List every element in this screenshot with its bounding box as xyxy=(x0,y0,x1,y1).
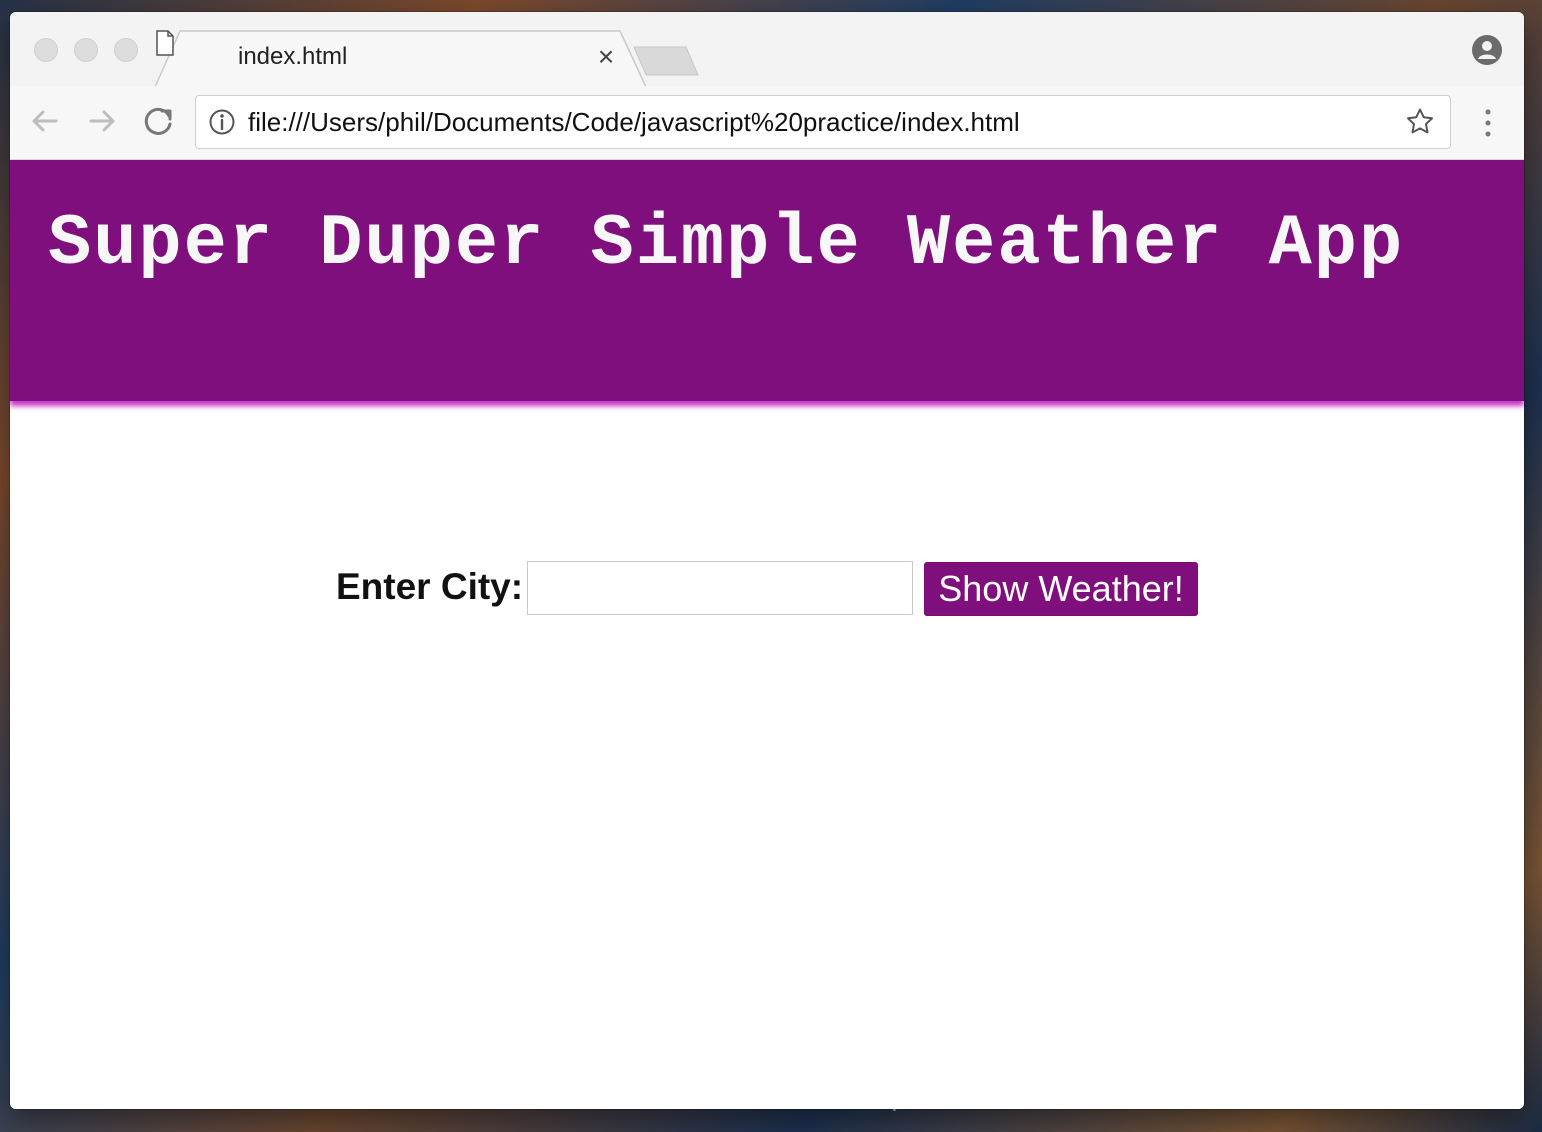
close-tab-icon[interactable]: × xyxy=(594,43,618,71)
address-bar[interactable]: file:///Users/phil/Documents/Code/javasc… xyxy=(195,95,1451,149)
app-title: Super Duper Simple Weather App xyxy=(48,203,1405,285)
star-icon[interactable] xyxy=(1405,107,1435,137)
url-text[interactable]: file:///Users/phil/Documents/Code/javasc… xyxy=(248,106,1382,138)
show-weather-button[interactable]: Show Weather! xyxy=(924,562,1198,616)
profile-icon[interactable] xyxy=(1471,34,1503,66)
city-input[interactable] xyxy=(527,561,913,615)
tab-index-html[interactable]: index.html × xyxy=(155,30,647,88)
tab-title: index.html xyxy=(238,43,348,70)
reload-icon[interactable] xyxy=(142,104,176,138)
info-icon[interactable] xyxy=(208,108,236,136)
back-arrow-icon[interactable] xyxy=(28,104,62,138)
forward-arrow-icon[interactable] xyxy=(85,104,119,138)
app-header: Super Duper Simple Weather App xyxy=(10,160,1524,401)
browser-toolbar: file:///Users/phil/Documents/Code/javasc… xyxy=(10,86,1524,160)
minimize-window-button[interactable] xyxy=(74,38,98,62)
vertical-dots-icon[interactable] xyxy=(1478,106,1498,140)
zoom-window-button[interactable] xyxy=(114,38,138,62)
close-window-button[interactable] xyxy=(34,38,58,62)
browser-window: index.html × file:///Users/phil/Document… xyxy=(10,12,1524,1109)
document-icon xyxy=(156,30,174,56)
new-tab-button[interactable] xyxy=(633,46,699,76)
tab-bar: index.html × xyxy=(10,12,1524,88)
city-label: Enter City: xyxy=(336,566,524,607)
weather-app-page: Super Duper Simple Weather App Enter Cit… xyxy=(10,160,1524,1109)
tab-shape xyxy=(155,30,647,88)
